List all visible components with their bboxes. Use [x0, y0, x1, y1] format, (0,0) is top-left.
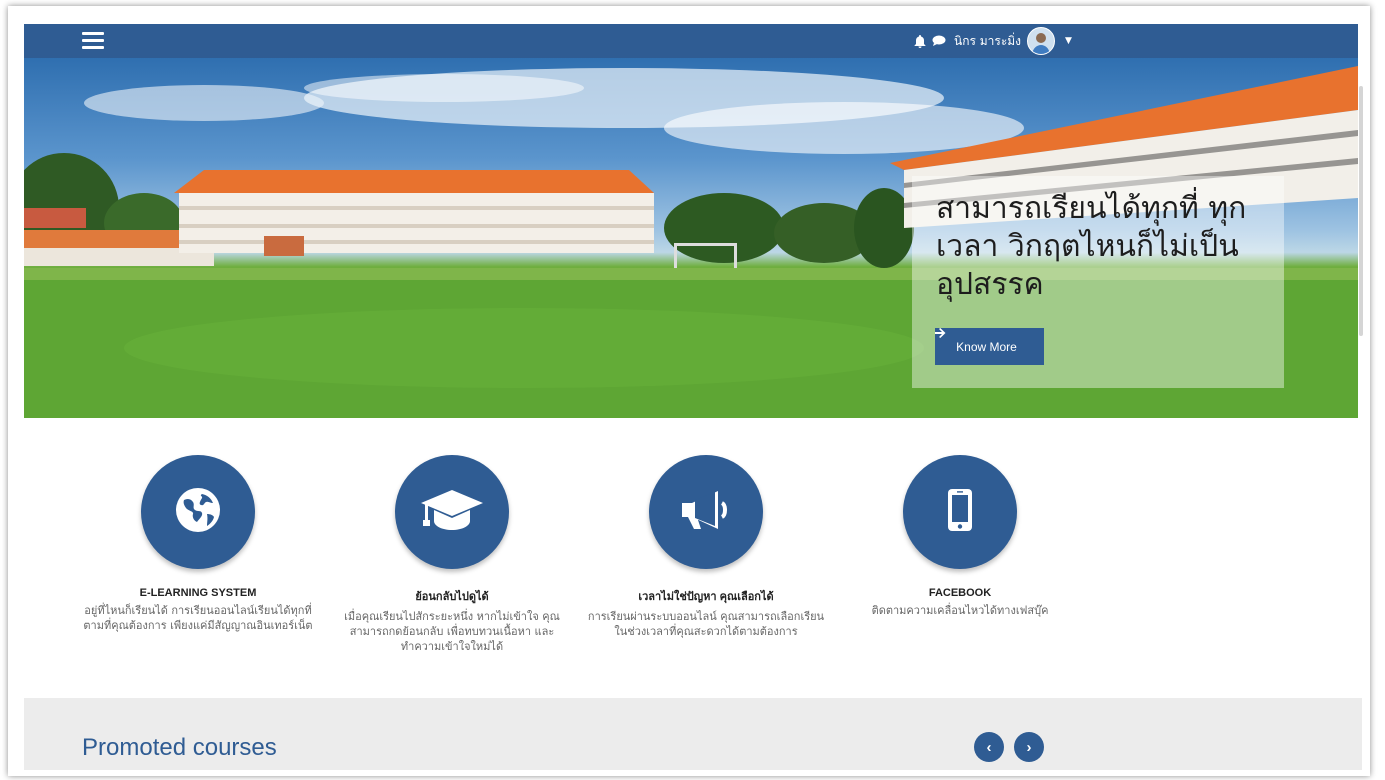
mobile-phone-icon [947, 488, 973, 536]
chevron-right-icon: › [1026, 738, 1032, 756]
feature-title: เวลาไม่ใช่ปัญหา คุณเลือกได้ [638, 591, 774, 603]
chevron-left-icon: ‹ [986, 738, 992, 756]
promoted-courses-section: Promoted courses ‹ › [24, 698, 1362, 770]
user-name[interactable]: นิกร มาระมิ่ง [954, 32, 1021, 51]
feature-icon-circle [649, 455, 763, 569]
feature-description: การเรียนผ่านระบบออนไลน์ คุณสามารถเลือกเร… [587, 610, 825, 638]
hero-banner: สามารถเรียนได้ทุกที่ ทุกเวลา วิกฤตไหนก็ไ… [24, 58, 1358, 418]
hero-title: สามารถเรียนได้ทุกที่ ทุกเวลา วิกฤตไหนก็ไ… [936, 191, 1247, 302]
feature-icon-circle [141, 455, 255, 569]
feature-icon-circle [395, 455, 509, 569]
feature-flexible-time: เวลาไม่ใช่ปัญหา คุณเลือกได้ การเรียนผ่าน… [586, 455, 826, 639]
hero-caption-panel: สามารถเรียนได้ทุกที่ ทุกเวลา วิกฤตไหนก็ไ… [912, 176, 1284, 388]
feature-e-learning: E-LEARNING SYSTEM อยู่ที่ไหนก็เรียนได้ ก… [78, 455, 318, 633]
carousel-prev-button[interactable]: ‹ [974, 732, 1004, 762]
feature-facebook: FACEBOOK ติดตามความเคลื่อนไหวได้ทางเฟสบุ… [840, 455, 1080, 618]
feature-title: E-LEARNING SYSTEM [139, 587, 257, 599]
bell-icon[interactable] [914, 34, 926, 48]
feature-review: ย้อนกลับไปดูได้ เมื่อคุณเรียนไปสักระยะหน… [332, 455, 572, 654]
feature-title: FACEBOOK [928, 587, 992, 599]
scrollbar[interactable] [1359, 86, 1363, 336]
feature-icon-circle [903, 455, 1017, 569]
carousel-next-button[interactable]: › [1014, 732, 1044, 762]
globe-icon [174, 486, 222, 538]
feature-description: ติดตามความเคลื่อนไหวได้ทางเฟสบุ๊ค [871, 604, 1049, 617]
chevron-down-icon[interactable]: ▼ [1065, 36, 1072, 46]
feature-description: อยู่ที่ไหนก็เรียนได้ การเรียนออนไลน์เรีย… [83, 604, 313, 632]
feature-description: เมื่อคุณเรียนไปสักระยะหนึ่ง หากไม่เข้าใจ… [344, 610, 560, 653]
chat-icon[interactable] [932, 35, 946, 47]
feature-title: ย้อนกลับไปดูได้ [415, 591, 489, 603]
graduation-cap-icon [419, 486, 485, 538]
user-menu[interactable]: นิกร มาระมิ่ง ▼ [914, 24, 1072, 58]
megaphone-icon [680, 489, 732, 535]
section-title: Promoted courses [82, 734, 277, 761]
avatar[interactable] [1027, 27, 1056, 55]
know-more-button[interactable]: Know More [935, 328, 1044, 365]
know-more-label: Know More [956, 339, 1017, 354]
menu-icon[interactable] [82, 32, 104, 50]
top-navbar: นิกร มาระมิ่ง ▼ [24, 24, 1358, 58]
